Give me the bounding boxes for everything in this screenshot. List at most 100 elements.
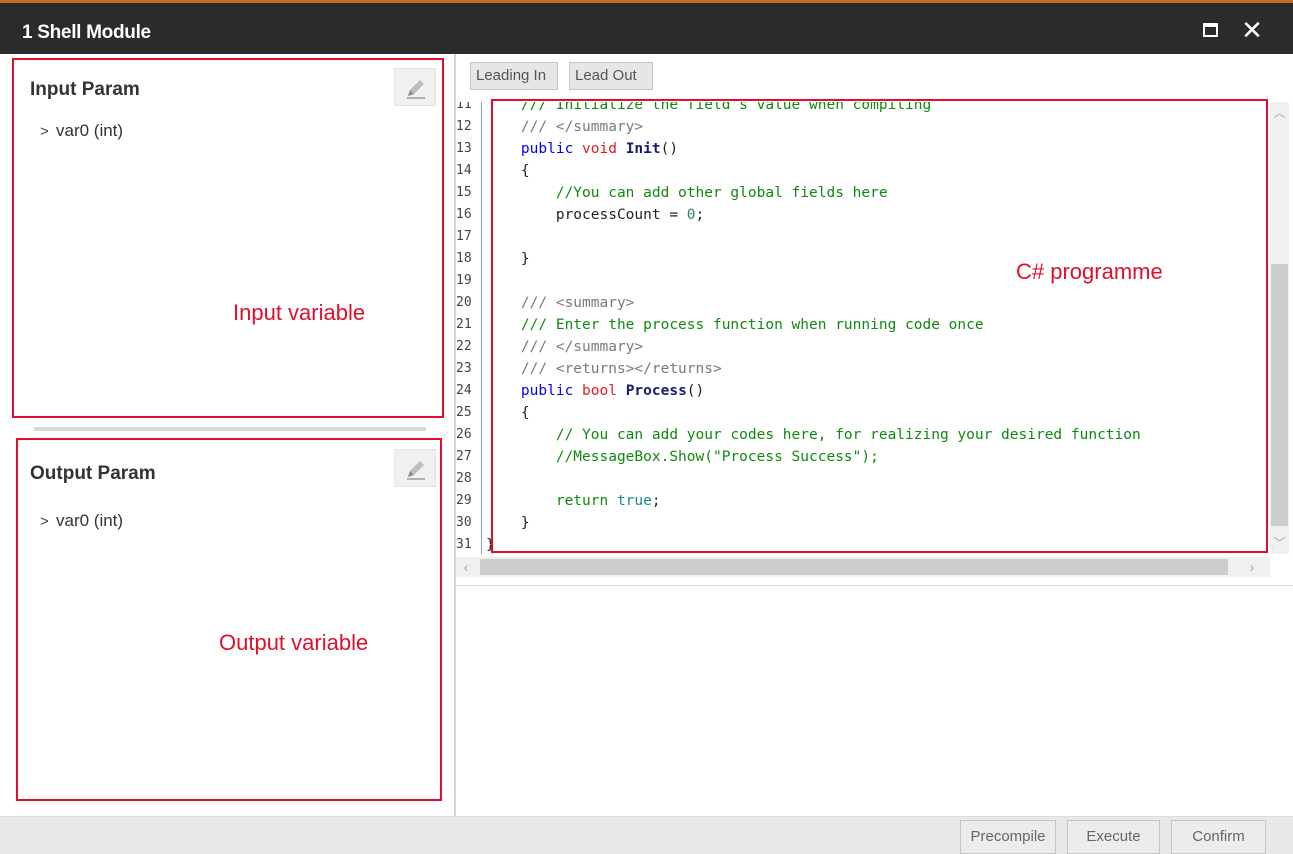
code-token: { <box>486 163 530 179</box>
line-number: 20 <box>456 295 472 310</box>
leading-in-button[interactable]: Leading In <box>470 62 558 90</box>
scroll-down-icon[interactable]: ﹀ <box>1270 534 1289 551</box>
input-param-section: Input Param > var0 (int) Input variable <box>10 57 446 417</box>
code-token: /// Enter the process function when runn… <box>486 317 984 333</box>
horizontal-scroll-thumb[interactable] <box>480 559 1228 575</box>
code-token: ; <box>651 493 661 509</box>
scroll-left-icon[interactable]: ‹ <box>456 557 476 577</box>
vertical-scrollbar[interactable]: ︿ ﹀ <box>1270 102 1289 554</box>
output-edit-button[interactable] <box>394 449 436 487</box>
chevron-right-icon: > <box>40 513 49 530</box>
scroll-up-icon[interactable]: ︿ <box>1270 104 1289 121</box>
code-token: public <box>520 141 583 157</box>
code-text: return true; <box>486 490 661 512</box>
code-text: /// </summary> <box>486 336 643 358</box>
code-text: /// <summary> <box>486 292 635 314</box>
code-token: Process <box>625 383 687 399</box>
code-token: } <box>486 251 530 267</box>
code-token: () <box>660 141 679 157</box>
code-line[interactable]: 17 <box>456 226 1266 248</box>
line-number: 19 <box>456 273 472 288</box>
line-number: 14 <box>456 163 472 178</box>
code-token: } <box>486 515 530 531</box>
code-token: { <box>486 405 530 421</box>
code-line[interactable]: 26 // You can add your codes here, for r… <box>456 424 1266 446</box>
input-param-title: Input Param <box>30 79 140 100</box>
input-edit-button[interactable] <box>394 68 436 106</box>
maximize-button[interactable] <box>1196 16 1224 44</box>
code-line[interactable]: 16 processCount = 0; <box>456 204 1266 226</box>
code-token: processCount = <box>486 207 687 223</box>
code-token: void <box>582 141 626 157</box>
code-line[interactable]: 11 /// Initialize the field's value when… <box>456 102 1266 116</box>
output-variable-annotation: Output variable <box>219 630 369 655</box>
code-panel: Leading In Lead Out 11 /// Initialize th… <box>456 54 1293 816</box>
code-line[interactable]: 20 /// <summary> <box>456 292 1266 314</box>
title-bar: 1 Shell Module ✕ <box>0 0 1293 54</box>
code-token: /// </summary> <box>486 339 644 355</box>
code-text: processCount = 0; <box>486 204 704 226</box>
code-text: } <box>486 248 530 270</box>
line-number: 25 <box>456 405 472 420</box>
code-line[interactable]: 22 /// </summary> <box>456 336 1266 358</box>
code-line[interactable]: 14 { <box>456 160 1266 182</box>
code-token: //You can add other global fields here <box>486 185 888 201</box>
close-button[interactable]: ✕ <box>1238 16 1266 44</box>
code-line[interactable]: 23 /// <returns></returns> <box>456 358 1266 380</box>
vertical-scroll-thumb[interactable] <box>1271 264 1288 526</box>
code-text: //You can add other global fields here <box>486 182 888 204</box>
panel-splitter[interactable] <box>34 427 426 431</box>
code-line[interactable]: 15 //You can add other global fields her… <box>456 182 1266 204</box>
code-token: Init <box>625 141 661 157</box>
line-number: 29 <box>456 493 472 508</box>
code-line[interactable]: 27 //MessageBox.Show("Process Success"); <box>456 446 1266 468</box>
precompile-button[interactable]: Precompile <box>960 820 1056 854</box>
code-text: // You can add your codes here, for real… <box>486 424 1141 446</box>
line-number: 13 <box>456 141 472 156</box>
code-token: public <box>520 383 583 399</box>
code-editor[interactable]: 11 /// Initialize the field's value when… <box>456 102 1289 572</box>
output-var-label: var0 (int) <box>56 511 124 530</box>
code-line[interactable]: 21 /// Enter the process function when r… <box>456 314 1266 336</box>
code-line[interactable]: 25 { <box>456 402 1266 424</box>
execute-button[interactable]: Execute <box>1067 820 1160 854</box>
confirm-button[interactable]: Confirm <box>1171 820 1266 854</box>
lead-out-button[interactable]: Lead Out <box>569 62 653 90</box>
input-var-item[interactable]: > var0 (int) <box>40 121 123 141</box>
output-param-title: Output Param <box>30 463 156 484</box>
line-number: 17 <box>456 229 472 244</box>
code-line[interactable]: 24 public bool Process() <box>456 380 1266 402</box>
scroll-right-icon[interactable]: › <box>1242 557 1262 577</box>
code-token: true <box>616 493 652 509</box>
code-line[interactable]: 30 } <box>456 512 1266 534</box>
code-line[interactable]: 12 /// </summary> <box>456 116 1266 138</box>
code-text: } <box>486 534 495 556</box>
code-text: /// Enter the process function when runn… <box>486 314 984 336</box>
code-text: public void Init() <box>486 138 678 160</box>
line-number: 28 <box>456 471 472 486</box>
output-var-item[interactable]: > var0 (int) <box>40 511 123 531</box>
code-line[interactable]: 13 public void Init() <box>456 138 1266 160</box>
code-token: //MessageBox.Show("Process Success"); <box>486 449 879 465</box>
code-text: public bool Process() <box>486 380 704 402</box>
code-line[interactable]: 31} <box>456 534 1266 556</box>
line-number: 12 <box>456 119 472 134</box>
csharp-annotation: C# programme <box>1016 259 1163 284</box>
code-token: // You can add your codes here, for real… <box>486 427 1141 443</box>
window-title: 1 Shell Module <box>22 22 151 43</box>
code-token: () <box>686 383 705 399</box>
code-line[interactable]: 29 return true; <box>456 490 1266 512</box>
line-number: 21 <box>456 317 472 332</box>
horizontal-scrollbar[interactable]: ‹ › <box>456 557 1270 577</box>
footer-bar: Precompile Execute Confirm <box>0 816 1293 854</box>
code-text: { <box>486 402 530 424</box>
line-number: 31 <box>456 537 472 552</box>
code-text: /// Initialize the field's value when co… <box>486 102 931 116</box>
line-number: 11 <box>456 102 472 112</box>
code-token: /// </summary> <box>486 119 644 135</box>
code-token: /// Initialize the field's value when co… <box>486 102 932 113</box>
code-line[interactable]: 28 <box>456 468 1266 490</box>
pencil-icon <box>407 461 425 480</box>
